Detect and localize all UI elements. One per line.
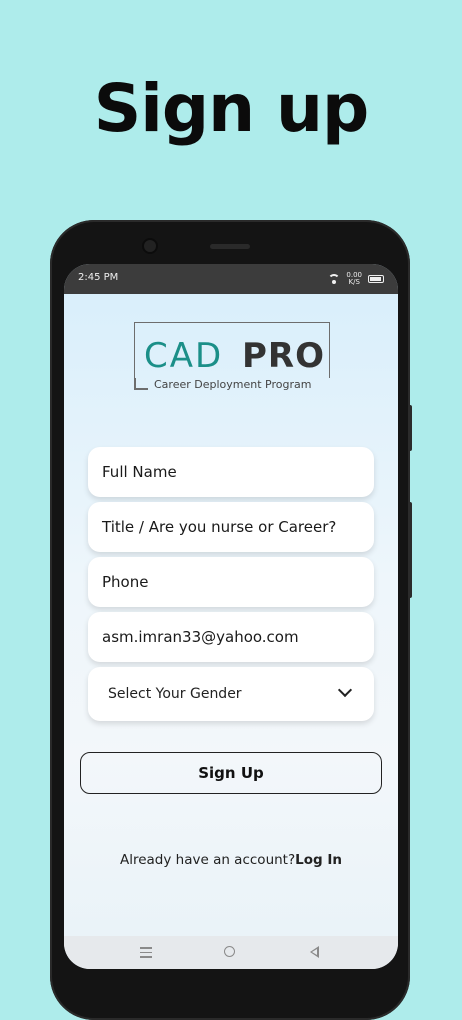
android-nav-bar (64, 936, 398, 969)
full-name-placeholder: Full Name (102, 463, 177, 481)
net-speed: 0.00 K/S (346, 272, 362, 286)
earpiece-speaker (210, 244, 250, 249)
title-input[interactable]: Title / Are you nurse or Career? (88, 502, 374, 552)
title-placeholder: Title / Are you nurse or Career? (102, 518, 337, 536)
phone-placeholder: Phone (102, 573, 149, 591)
logo-cad-text: CAD (144, 336, 224, 376)
logo-pro-text: PRO (242, 336, 326, 376)
cadpro-logo: CAD PRO Career Deployment Program (134, 322, 330, 396)
logo-line-under (134, 388, 148, 390)
email-value: asm.imran33@yahoo.com (102, 628, 299, 646)
battery-icon (368, 275, 384, 283)
power-button (408, 502, 412, 598)
gender-select-label: Select Your Gender (108, 686, 242, 702)
email-input[interactable]: asm.imran33@yahoo.com (88, 612, 374, 662)
full-name-input[interactable]: Full Name (88, 447, 374, 497)
home-icon[interactable] (224, 946, 235, 957)
status-time: 2:45 PM (78, 272, 119, 283)
phone-screen: 2:45 PM 0.00 K/S CAD PRO Career Deployme… (64, 264, 398, 969)
status-bar: 2:45 PM 0.00 K/S (64, 264, 398, 294)
status-icons: 0.00 K/S (328, 272, 384, 286)
logo-tagline: Career Deployment Program (154, 378, 312, 391)
net-speed-unit: K/S (348, 278, 360, 286)
sign-up-button-label: Sign Up (198, 764, 264, 782)
wifi-icon (328, 274, 341, 284)
menu-icon[interactable] (140, 947, 152, 958)
back-icon[interactable] (310, 946, 319, 958)
sign-up-button[interactable]: Sign Up (80, 752, 382, 794)
logo-line (134, 378, 136, 388)
gender-select[interactable]: Select Your Gender (88, 667, 374, 721)
login-prompt: Already have an account?Log In (64, 852, 398, 868)
volume-button (408, 405, 412, 451)
chevron-down-icon (337, 682, 353, 698)
login-link[interactable]: Log In (295, 852, 342, 868)
page-headline: Sign up (93, 70, 370, 147)
phone-input[interactable]: Phone (88, 557, 374, 607)
login-question: Already have an account? (119, 852, 296, 868)
front-camera (144, 240, 156, 252)
